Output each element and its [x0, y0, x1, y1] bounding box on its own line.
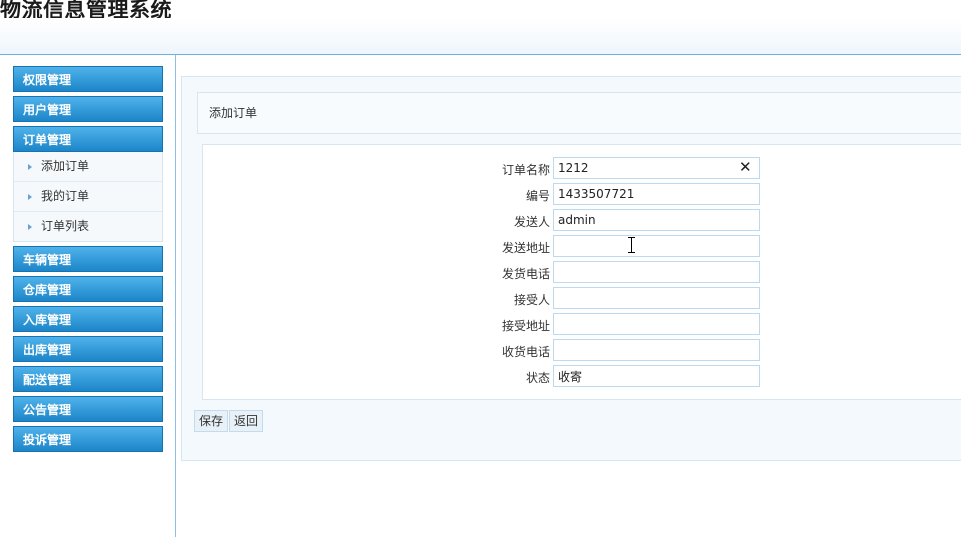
field-label: 编号 [525, 189, 550, 203]
field-label: 发货电话 [501, 267, 550, 281]
submenu-label: 我的订单 [41, 189, 90, 203]
receive-phone-input[interactable] [553, 339, 760, 361]
order-submenu: 添加订单 我的订单 订单列表 [13, 152, 163, 242]
form-row-send-address: 发送地址 [203, 235, 961, 257]
form-row-number: 编号 [203, 183, 961, 205]
form-row-send-phone: 发货电话 [203, 261, 961, 283]
menu-announcement[interactable]: 公告管理 [13, 396, 163, 422]
form-row-sender: 发送人 [203, 209, 961, 231]
back-button[interactable]: 返回 [229, 410, 264, 432]
menu-permission[interactable]: 权限管理 [13, 66, 163, 92]
receiver-input[interactable] [553, 287, 760, 309]
order-form: 订单名称 ✕ 编号 发送人 发送地址 发货电话 接受人 接受地址 [202, 144, 961, 400]
text-cursor-icon [628, 237, 636, 253]
caret-right-icon [28, 163, 32, 170]
caret-right-icon [28, 193, 32, 200]
sidebar: 权限管理 用户管理 订单管理 添加订单 我的订单 订单列表 车辆管理 仓库管理 … [0, 55, 176, 537]
menu-complaint[interactable]: 投诉管理 [13, 426, 163, 452]
sender-input[interactable] [553, 209, 760, 231]
field-label: 状态 [525, 371, 550, 385]
close-icon[interactable]: ✕ [739, 158, 752, 176]
save-button[interactable]: 保存 [194, 410, 229, 432]
menu-warehouse[interactable]: 仓库管理 [13, 276, 163, 302]
main-content: 添加订单 订单名称 ✕ 编号 发送人 发送地址 发货电话 接受人 接受地址 [181, 76, 961, 461]
menu-delivery[interactable]: 配送管理 [13, 366, 163, 392]
field-label: 接受人 [513, 293, 550, 307]
menu-inbound[interactable]: 入库管理 [13, 306, 163, 332]
menu-vehicle[interactable]: 车辆管理 [13, 246, 163, 272]
form-row-status: 状态 [203, 365, 961, 387]
sidebar-menu: 权限管理 用户管理 订单管理 添加订单 我的订单 订单列表 车辆管理 仓库管理 … [13, 66, 163, 456]
status-input[interactable] [553, 365, 760, 387]
field-label: 发送地址 [501, 241, 550, 255]
submenu-add-order[interactable]: 添加订单 [14, 152, 162, 182]
submenu-my-orders[interactable]: 我的订单 [14, 182, 162, 212]
menu-order[interactable]: 订单管理 [13, 126, 163, 152]
submenu-label: 添加订单 [41, 159, 90, 173]
form-row-order-name: 订单名称 ✕ [203, 157, 961, 179]
form-row-receiver: 接受人 [203, 287, 961, 309]
field-label: 接受地址 [501, 319, 550, 333]
submenu-label: 订单列表 [41, 219, 90, 233]
field-label: 发送人 [513, 215, 550, 229]
field-label: 收货电话 [501, 345, 550, 359]
header-bar [0, 18, 961, 55]
send-phone-input[interactable] [553, 261, 760, 283]
send-address-input[interactable] [553, 235, 760, 257]
form-row-receive-phone: 收货电话 [203, 339, 961, 361]
order-name-input[interactable] [553, 157, 760, 179]
menu-outbound[interactable]: 出库管理 [13, 336, 163, 362]
form-row-receive-address: 接受地址 [203, 313, 961, 335]
submenu-order-list[interactable]: 订单列表 [14, 212, 162, 241]
number-input[interactable] [553, 183, 760, 205]
field-label: 订单名称 [501, 163, 550, 177]
menu-user[interactable]: 用户管理 [13, 96, 163, 122]
page-title: 添加订单 [197, 92, 961, 134]
receive-address-input[interactable] [553, 313, 760, 335]
caret-right-icon [28, 223, 32, 230]
